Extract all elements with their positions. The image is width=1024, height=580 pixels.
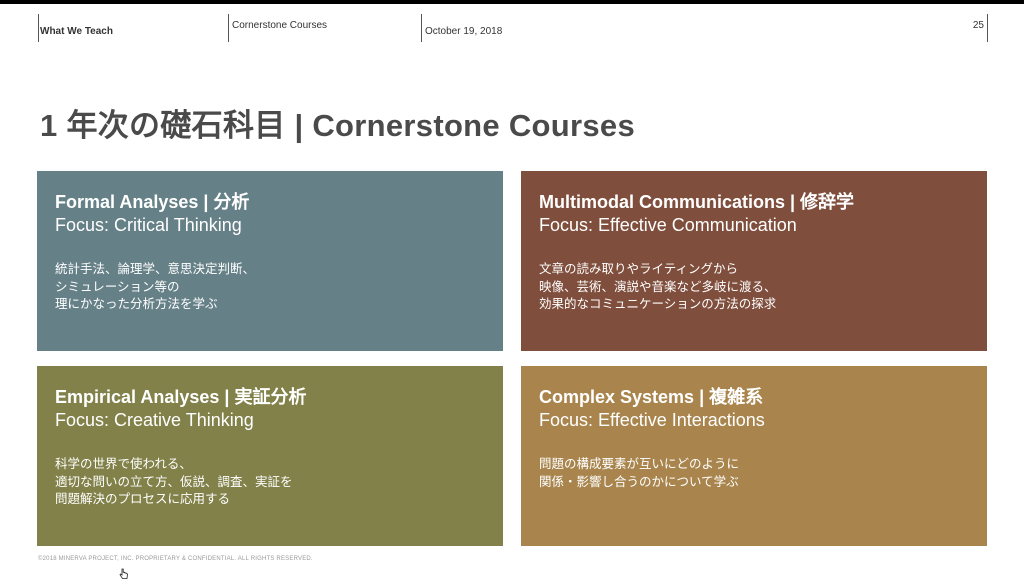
card-description-line: 問題の構成要素が互いにどのように: [539, 457, 740, 471]
card-title: Formal Analyses | 分析: [55, 192, 250, 212]
header-section: What We Teach: [40, 26, 113, 37]
header-divider: [228, 14, 229, 42]
card-title: Empirical Analyses | 実証分析: [55, 387, 307, 407]
card-description-line: 問題解決のプロセスに応用する: [55, 492, 231, 506]
hand-cursor-icon: [119, 568, 128, 579]
card-description-line: 効果的なコミュニケーションの方法の探求: [539, 297, 777, 311]
header-date: October 19, 2018: [425, 26, 503, 37]
header-divider: [987, 14, 988, 42]
card-description: 科学の世界で使われる、 適切な問いの立て方、仮説、調査、実証を 問題解決のプロセ…: [55, 456, 485, 509]
card-title: Multimodal Communications | 修辞学: [539, 192, 855, 212]
slide-title: 1 年次の礎石科目 | Cornerstone Courses: [40, 108, 636, 143]
copyright-footer: ©2018 MINERVA PROJECT, INC. PROPRIETARY …: [38, 556, 313, 562]
card-focus: Focus: Effective Interactions: [539, 410, 765, 430]
card-description-line: 統計手法、論理学、意思決定判断、: [55, 262, 256, 276]
header-course: Cornerstone Courses: [232, 20, 328, 31]
card-description-line: 映像、芸術、演説や音楽など多岐に渡る、: [539, 279, 777, 294]
card-title: Complex Systems | 複雑系: [539, 387, 764, 407]
page-number: 25: [972, 20, 984, 31]
card-description-line: 関係・影響し合うのかについて学ぶ: [539, 474, 739, 489]
course-card-multimodal-communications: Multimodal Communications | 修辞学 Focus: E…: [521, 171, 987, 351]
course-card-empirical-analyses: Empirical Analyses | 実証分析 Focus: Creativ…: [37, 366, 503, 546]
card-description-line: シミュレーション等の: [55, 279, 180, 294]
card-description-line: 科学の世界で使われる、: [55, 457, 192, 471]
course-card-complex-systems: Complex Systems | 複雑系 Focus: Effective I…: [521, 366, 987, 546]
card-focus: Focus: Critical Thinking: [55, 215, 242, 235]
card-description: 統計手法、論理学、意思決定判断、 シミュレーション等の 理にかなった分析方法を学…: [55, 261, 485, 314]
card-description-line: 理にかなった分析方法を学ぶ: [55, 297, 218, 311]
slide-frame: What We Teach Cornerstone Courses Octobe…: [0, 0, 1024, 580]
card-description-line: 文章の読み取りやライティングから: [539, 262, 739, 276]
header-divider: [38, 14, 39, 42]
top-border: [0, 0, 1024, 4]
card-description-line: 適切な問いの立て方、仮説、調査、実証を: [55, 474, 293, 489]
card-focus: Focus: Creative Thinking: [55, 410, 254, 430]
header-divider: [421, 14, 422, 42]
card-description: 問題の構成要素が互いにどのように 関係・影響し合うのかについて学ぶ: [539, 456, 969, 491]
card-description: 文章の読み取りやライティングから 映像、芸術、演説や音楽など多岐に渡る、 効果的…: [539, 261, 969, 314]
card-focus: Focus: Effective Communication: [539, 215, 797, 235]
course-card-formal-analyses: Formal Analyses | 分析 Focus: Critical Thi…: [37, 171, 503, 351]
